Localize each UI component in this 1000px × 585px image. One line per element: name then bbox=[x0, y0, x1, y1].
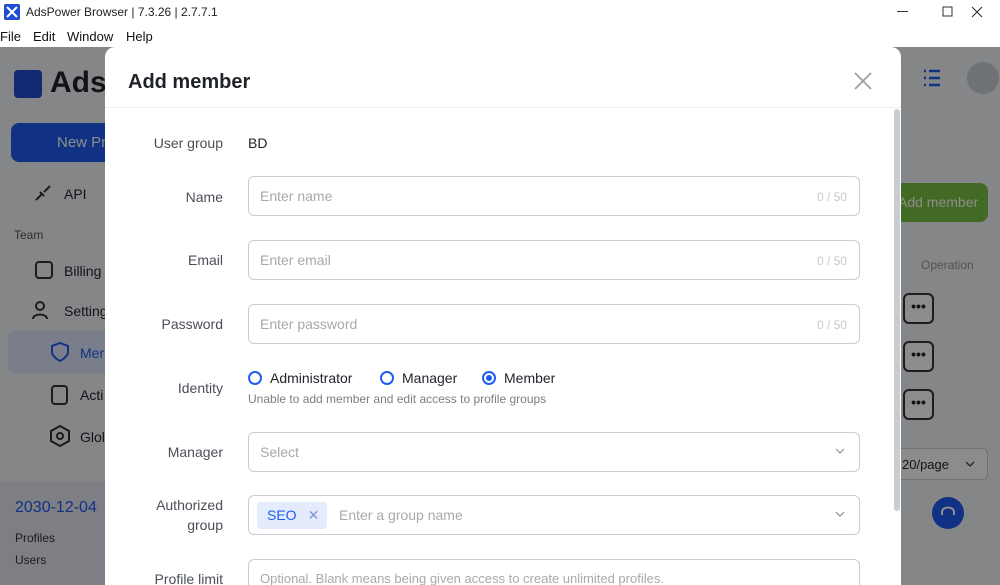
menu-help[interactable]: Help bbox=[126, 27, 153, 46]
email-placeholder: Enter email bbox=[260, 252, 331, 268]
name-placeholder: Enter name bbox=[260, 188, 333, 204]
window-titlebar: AdsPower Browser | 7.3.26 | 2.7.7.1 bbox=[0, 0, 1000, 24]
manager-placeholder: Select bbox=[260, 444, 299, 460]
tag-remove-icon[interactable]: ✕ bbox=[308, 507, 320, 529]
email-label: Email bbox=[187, 252, 223, 268]
dialog-title: Add member bbox=[128, 71, 251, 93]
dialog-scrollbar[interactable] bbox=[894, 109, 900, 511]
adspower-app-icon bbox=[4, 4, 20, 20]
authorized-group-placeholder: Enter a group name bbox=[339, 507, 463, 523]
close-icon[interactable] bbox=[853, 71, 873, 91]
email-field[interactable]: Enter email 0 / 50 bbox=[248, 240, 860, 280]
identity-label: Identity bbox=[177, 380, 223, 396]
menu-file[interactable]: File bbox=[0, 27, 21, 46]
radio-circle bbox=[380, 371, 394, 385]
group-tag-label: SEO bbox=[267, 507, 297, 523]
radio-circle bbox=[248, 371, 262, 385]
authorized-group-label-line1: Authorized bbox=[156, 497, 223, 513]
password-label: Password bbox=[161, 316, 223, 332]
dialog-header: Add member bbox=[105, 47, 901, 108]
profile-limit-field[interactable]: Optional. Blank means being given access… bbox=[248, 559, 860, 585]
window-title: AdsPower Browser | 7.3.26 | 2.7.7.1 bbox=[26, 5, 218, 19]
identity-hint: Unable to add member and edit access to … bbox=[248, 392, 547, 406]
password-field[interactable]: Enter password 0 / 50 bbox=[248, 304, 860, 344]
user-group-label: User group bbox=[153, 135, 223, 151]
name-char-counter: 0 / 50 bbox=[816, 190, 847, 204]
chevron-down-icon bbox=[835, 511, 845, 517]
user-group-value: BD bbox=[248, 135, 268, 151]
minimize-button[interactable] bbox=[880, 0, 926, 24]
chevron-down-icon bbox=[835, 448, 845, 454]
identity-radio-administrator[interactable]: Administrator bbox=[248, 370, 352, 386]
group-tag-seo: SEO ✕ bbox=[257, 502, 328, 529]
manager-label: Manager bbox=[167, 444, 223, 460]
name-label: Name bbox=[185, 189, 223, 205]
profile-limit-placeholder: Optional. Blank means being given access… bbox=[260, 571, 664, 585]
add-member-dialog: Add member User group BD Name Enter name… bbox=[105, 47, 901, 585]
password-char-counter: 0 / 50 bbox=[816, 318, 847, 332]
close-window-button[interactable] bbox=[954, 0, 1000, 24]
authorized-group-select[interactable]: SEO ✕ Enter a group name bbox=[248, 495, 860, 535]
radio-label-manager: Manager bbox=[402, 370, 458, 386]
menu-edit[interactable]: Edit bbox=[33, 27, 55, 46]
radio-circle-selected bbox=[482, 371, 496, 385]
menu-window[interactable]: Window bbox=[67, 27, 113, 46]
radio-label-member: Member bbox=[504, 370, 556, 386]
authorized-group-label-line2: group bbox=[187, 517, 223, 533]
radio-label-administrator: Administrator bbox=[270, 370, 353, 386]
name-field[interactable]: Enter name 0 / 50 bbox=[248, 176, 860, 216]
password-placeholder: Enter password bbox=[260, 316, 358, 332]
email-char-counter: 0 / 50 bbox=[816, 254, 847, 268]
manager-select[interactable]: Select bbox=[248, 432, 860, 472]
profile-limit-label: Profile limit bbox=[154, 571, 223, 585]
identity-radio-manager[interactable]: Manager bbox=[380, 370, 457, 386]
identity-radio-member[interactable]: Member bbox=[482, 370, 555, 386]
